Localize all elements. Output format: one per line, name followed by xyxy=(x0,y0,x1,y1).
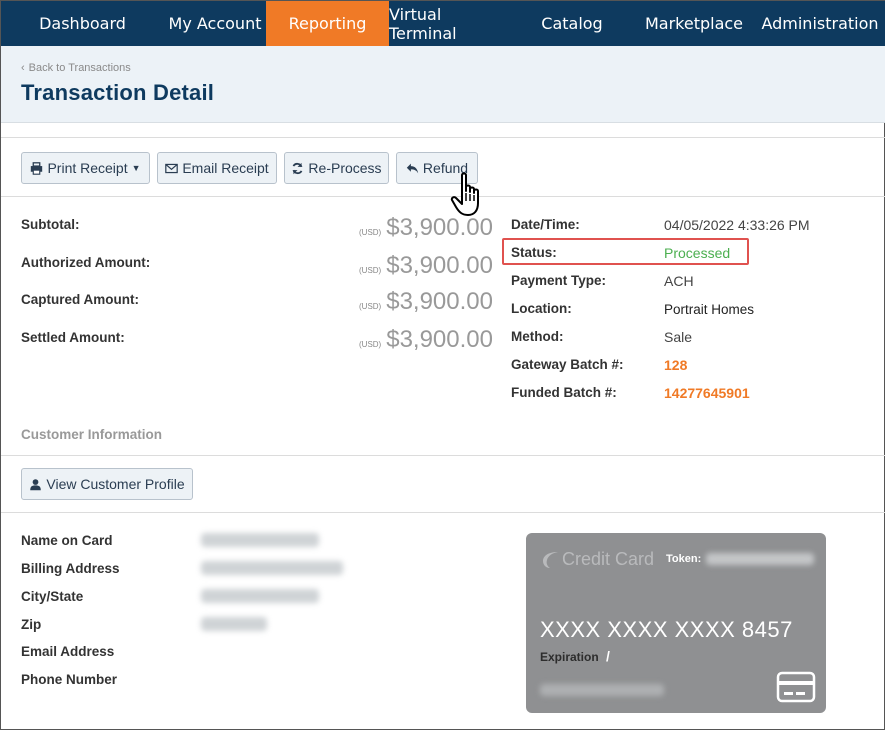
view-customer-profile-label: View Customer Profile xyxy=(46,476,185,492)
expiration-label: Expiration xyxy=(540,650,599,664)
city-state-label: City/State xyxy=(21,589,84,604)
nav-virtual-terminal[interactable]: Virtual Terminal xyxy=(389,1,510,46)
refresh-icon xyxy=(293,162,303,174)
credit-card-icon xyxy=(776,671,816,703)
currency-code: (USD) xyxy=(359,266,382,275)
billing-address-label: Billing Address xyxy=(21,561,120,576)
email-receipt-label: Email Receipt xyxy=(182,160,269,176)
method-value: Sale xyxy=(664,329,693,345)
nav-administration[interactable]: Administration xyxy=(754,1,885,46)
divider xyxy=(1,455,885,456)
name-on-card-label: Name on Card xyxy=(21,533,113,548)
redacted-value xyxy=(201,561,343,575)
gateway-batch-label: Gateway Batch #: xyxy=(511,357,624,372)
nav-marketplace[interactable]: Marketplace xyxy=(634,1,754,46)
card-number: XXXX XXXX XXXX 8457 xyxy=(540,617,793,642)
token-label: Token: xyxy=(666,553,702,565)
expiration-value: / xyxy=(606,648,610,664)
redacted-cardholder xyxy=(540,684,664,696)
card-brand: Credit Card xyxy=(540,549,654,570)
payment-type-label: Payment Type: xyxy=(511,273,607,288)
divider xyxy=(1,137,885,138)
settled-amount-label: Settled Amount: xyxy=(21,330,125,345)
customer-information-heading: Customer Information xyxy=(21,427,163,442)
funded-batch-link[interactable]: 14277645901 xyxy=(664,385,750,401)
envelope-icon xyxy=(165,163,179,173)
top-nav: Dashboard My Account Reporting Virtual T… xyxy=(1,1,885,46)
caret-down-icon: ▼ xyxy=(131,163,141,173)
user-icon xyxy=(30,478,42,490)
redacted-token xyxy=(706,553,814,565)
location-label: Location: xyxy=(511,301,572,316)
back-link-label: Back to Transactions xyxy=(28,62,131,74)
currency-code: (USD) xyxy=(359,340,382,349)
currency-code: (USD) xyxy=(359,302,382,311)
datetime-value: 04/05/2022 4:33:26 PM xyxy=(664,217,810,233)
chevron-left-icon: ‹ xyxy=(21,62,25,74)
reprocess-label: Re-Process xyxy=(308,160,382,176)
divider xyxy=(1,196,885,197)
print-receipt-button[interactable]: Print Receipt ▼ xyxy=(21,152,150,184)
currency-code: (USD) xyxy=(359,228,382,237)
phone-number-label: Phone Number xyxy=(21,672,118,687)
print-receipt-label: Print Receipt xyxy=(47,160,128,176)
location-value: Portrait Homes xyxy=(664,302,755,317)
funded-batch-label: Funded Batch #: xyxy=(511,385,617,400)
settled-amount-value: (USD) $3,900.00 xyxy=(359,326,493,354)
redacted-value xyxy=(201,533,319,547)
captured-amount-value: (USD) $3,900.00 xyxy=(359,288,493,316)
amount: $3,900.00 xyxy=(386,326,493,353)
page-title: Transaction Detail xyxy=(21,80,215,105)
nav-dashboard[interactable]: Dashboard xyxy=(1,1,164,46)
nav-catalog[interactable]: Catalog xyxy=(510,1,634,46)
email-receipt-button[interactable]: Email Receipt xyxy=(157,152,277,184)
authorized-amount-label: Authorized Amount: xyxy=(21,255,151,270)
payment-type-value: ACH xyxy=(664,273,694,289)
email-address-label: Email Address xyxy=(21,644,115,659)
card-logo-icon xyxy=(543,551,558,568)
view-customer-profile-button[interactable]: View Customer Profile xyxy=(21,468,193,500)
reprocess-button[interactable]: Re-Process xyxy=(284,152,389,184)
redacted-value xyxy=(201,617,267,631)
datetime-label: Date/Time: xyxy=(511,217,580,232)
authorized-amount-value: (USD) $3,900.00 xyxy=(359,252,493,280)
nav-my-account[interactable]: My Account xyxy=(164,1,266,46)
redacted-value xyxy=(201,589,319,603)
card-brand-label: Credit Card xyxy=(562,549,655,569)
gateway-batch-link[interactable]: 128 xyxy=(664,357,687,373)
page-header: ‹ Back to Transactions Transaction Detai… xyxy=(1,46,885,123)
method-label: Method: xyxy=(511,329,564,344)
printer-icon xyxy=(31,161,43,175)
credit-card-panel: Credit Card Token: XXXX XXXX XXXX 8457 E… xyxy=(526,533,826,713)
nav-reporting[interactable]: Reporting xyxy=(266,1,389,46)
amount: $3,900.00 xyxy=(386,252,493,279)
subtotal-label: Subtotal: xyxy=(21,217,80,232)
zip-label: Zip xyxy=(21,617,42,632)
captured-amount-label: Captured Amount: xyxy=(21,292,139,307)
hand-pointer-cursor-icon xyxy=(450,172,479,216)
status-value: Processed xyxy=(664,245,731,261)
divider xyxy=(1,512,885,513)
status-label: Status: xyxy=(511,245,557,260)
amount: $3,900.00 xyxy=(386,288,493,315)
reply-icon xyxy=(406,163,419,173)
back-to-transactions-link[interactable]: ‹ Back to Transactions xyxy=(21,62,131,74)
